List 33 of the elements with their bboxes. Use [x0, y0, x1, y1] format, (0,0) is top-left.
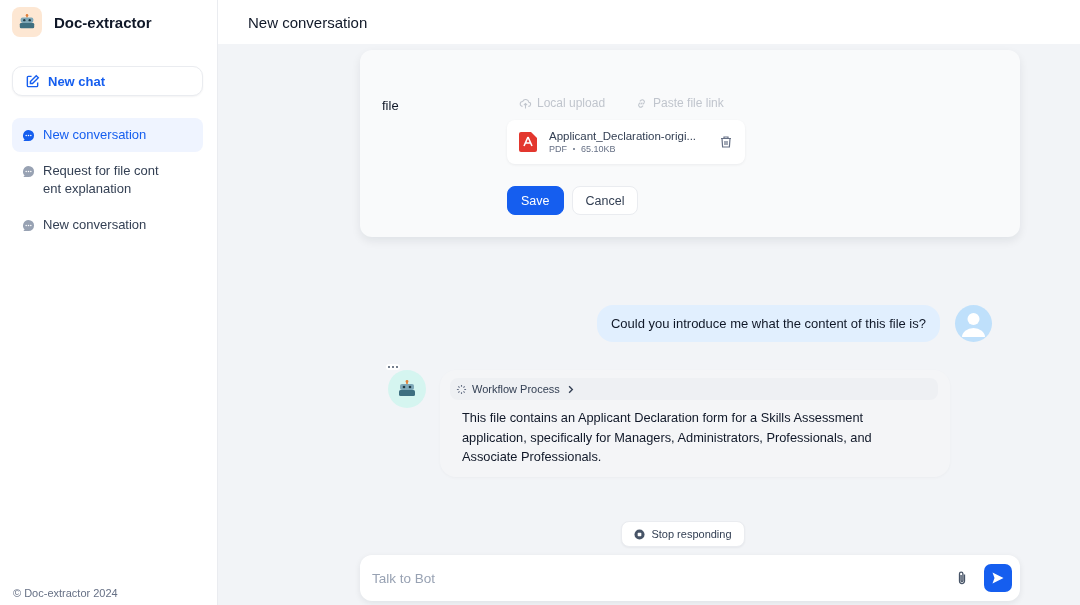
workflow-process-toggle[interactable]: Workflow Process — [450, 378, 938, 400]
send-button[interactable] — [984, 564, 1012, 592]
copyright-text: © Doc-extractor 2024 — [13, 587, 119, 599]
delete-icon[interactable] — [719, 135, 733, 149]
edit-icon — [25, 73, 40, 89]
robot-icon — [397, 379, 417, 399]
file-size: 65.10KB — [581, 144, 616, 154]
chat-bubble-icon — [22, 164, 35, 178]
pdf-file-icon — [519, 132, 537, 152]
app-name: Doc-extractor — [54, 13, 152, 31]
bot-message: This file contains an Applicant Declaration form for a Skills Assessment application, specifically for Managers, Administrators, Professionals, and Associate Professionals. — [461, 409, 873, 466]
new-chat-button[interactable]: New chat — [12, 66, 203, 96]
stop-responding-button[interactable]: Stop responding — [621, 521, 745, 547]
conversation-item[interactable]: New conversation — [12, 208, 203, 242]
send-icon — [991, 571, 1005, 585]
robot-icon — [18, 13, 36, 31]
cloud-upload-icon — [519, 96, 532, 110]
save-button[interactable]: Save — [507, 186, 564, 215]
conversation-title: New conversation — [218, 0, 1080, 44]
file-name: Applicant_Declaration-origi... — [549, 130, 698, 142]
spinner-icon — [456, 383, 467, 395]
field-label: file — [382, 97, 400, 115]
more-icon — [386, 364, 400, 370]
conversation-item[interactable]: Request for file cont ent explanation — [12, 154, 203, 206]
file-type: PDF — [549, 144, 567, 154]
user-message: Could you introduce me what the content of this file is? — [596, 305, 940, 342]
cancel-button[interactable]: Cancel — [571, 186, 639, 215]
chat-input[interactable]: Talk to Bot — [360, 555, 1020, 601]
chat-bubble-icon — [22, 218, 35, 232]
user-avatar — [955, 305, 992, 342]
stop-icon — [634, 528, 646, 540]
conversation-item[interactable]: New conversation — [12, 118, 203, 152]
chat-bubble-icon — [22, 128, 35, 142]
